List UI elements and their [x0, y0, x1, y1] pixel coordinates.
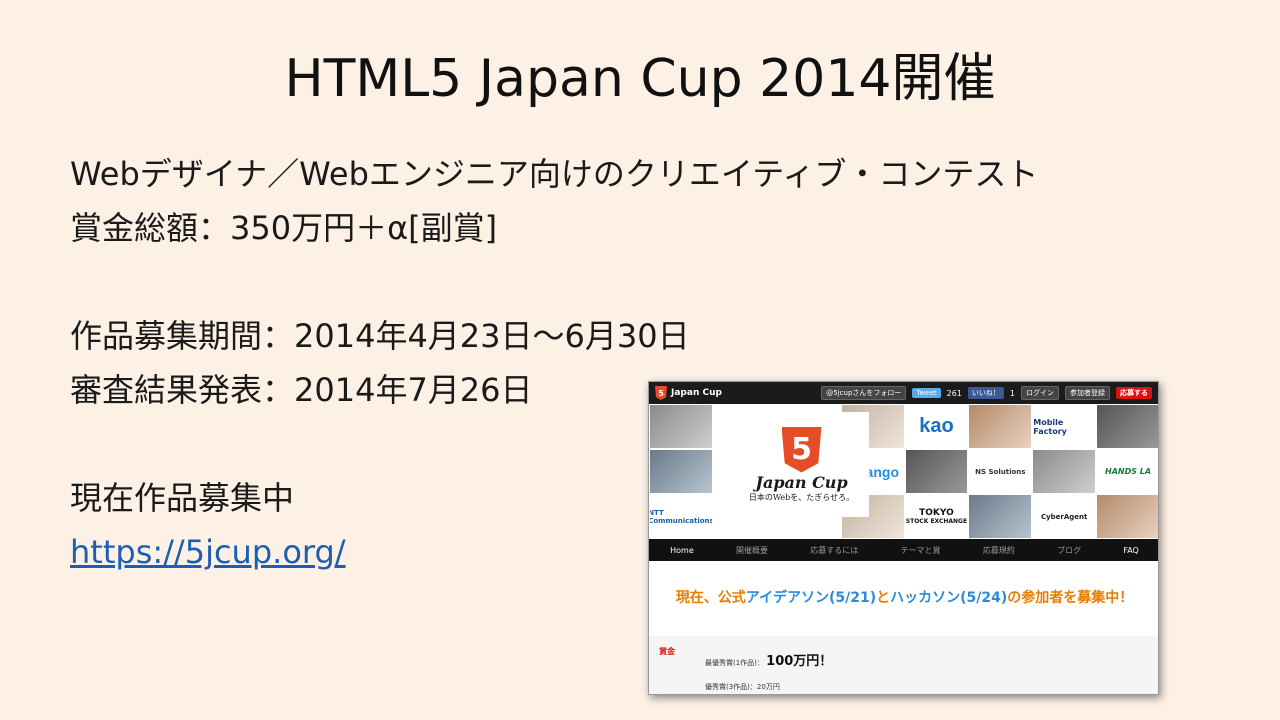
register-button[interactable]: 参加者登録	[1065, 386, 1110, 400]
website-screenshot: 5 Japan Cup @5jcupさんをフォロー Tweet 261 いいね！…	[648, 381, 1159, 695]
contest-link[interactable]: https://5jcup.org/	[70, 530, 346, 574]
html5-badge-icon: 5	[781, 426, 822, 473]
contest-description: Webデザイナ／Webエンジニア向けのクリエイティブ・コンテスト	[70, 155, 1039, 193]
top-prize: 最優秀賞(1作品)： 100万円！	[705, 654, 833, 669]
like-count: 1	[1009, 388, 1015, 398]
prize-total: 賞金総額：350万円＋α[副賞]	[70, 209, 498, 247]
site-logo-text: Japan Cup	[671, 388, 722, 398]
twitter-follow-button[interactable]: @5jcupさんをフォロー	[821, 386, 907, 400]
sponsor-mosaic: HTML kao Mobile Factory dwango NS Soluti…	[649, 404, 1158, 539]
photo-tile	[968, 404, 1033, 449]
nav-overview[interactable]: 開催概要	[736, 545, 768, 556]
site-nav: Home 開催概要 応募するには テーマと賞 応募規約 ブログ FAQ	[649, 539, 1158, 561]
apply-button[interactable]: 応募する	[1116, 387, 1152, 399]
tweet-count: 261	[946, 388, 962, 398]
japan-cup-logo: 5 Japan Cup 日本のWebを、たぎらせろ。	[734, 412, 869, 517]
html5-shield-icon: 5	[655, 386, 667, 400]
like-button[interactable]: いいね！	[967, 387, 1004, 399]
nav-themes-awards[interactable]: テーマと賞	[901, 545, 941, 556]
second-prize: 優秀賞(3作品)：20万円	[705, 683, 780, 691]
prize-label: 賞金	[659, 647, 675, 656]
mobile-factory-logo: Mobile Factory	[1032, 404, 1097, 449]
nav-rules[interactable]: 応募規約	[983, 545, 1015, 556]
japan-cup-wordmark: Japan Cup	[755, 472, 848, 492]
tweet-button[interactable]: Tweet	[912, 388, 941, 398]
nav-home[interactable]: Home	[670, 546, 694, 555]
announcement: 現在、公式アイデアソン(5/21)とハッカソン(5/24)の参加者を募集中！	[675, 590, 1134, 606]
prize-section: 賞金 最優秀賞(1作品)： 100万円！ 優秀賞(3作品)：20万円	[649, 636, 1158, 694]
submission-period: 作品募集期間：2014年4月23日～6月30日	[70, 317, 690, 355]
ntt-logo: NTT Communications	[649, 494, 713, 539]
photo-tile	[904, 449, 969, 494]
photo-tile	[649, 404, 713, 449]
cyberagent-logo: CyberAgent	[1032, 494, 1097, 539]
nav-faq[interactable]: FAQ	[1123, 546, 1139, 555]
kao-logo: kao	[904, 404, 969, 449]
ns-solutions-logo: NS Solutions	[968, 449, 1033, 494]
site-logo[interactable]: 5 Japan Cup	[655, 386, 722, 400]
tokyo-stock-exchange-logo: TOKYO STOCK EXCHANGE	[904, 494, 969, 539]
now-accepting: 現在作品募集中	[70, 479, 295, 517]
results-announcement: 審査結果発表：2014年7月26日	[70, 371, 533, 409]
photo-tile	[649, 449, 713, 494]
slide-title: HTML5 Japan Cup 2014開催	[284, 49, 996, 109]
photo-tile	[1096, 404, 1158, 449]
login-button[interactable]: ログイン	[1021, 386, 1059, 400]
nav-how-to-apply[interactable]: 応募するには	[810, 545, 858, 556]
photo-tile	[1032, 449, 1097, 494]
nav-blog[interactable]: ブログ	[1057, 545, 1081, 556]
photo-tile	[1096, 494, 1158, 539]
site-top-bar: 5 Japan Cup @5jcupさんをフォロー Tweet 261 いいね！…	[649, 382, 1158, 404]
hands-lab-logo: HANDS LA	[1096, 449, 1158, 494]
photo-tile	[968, 494, 1033, 539]
japan-cup-tagline: 日本のWebを、たぎらせろ。	[748, 492, 855, 502]
